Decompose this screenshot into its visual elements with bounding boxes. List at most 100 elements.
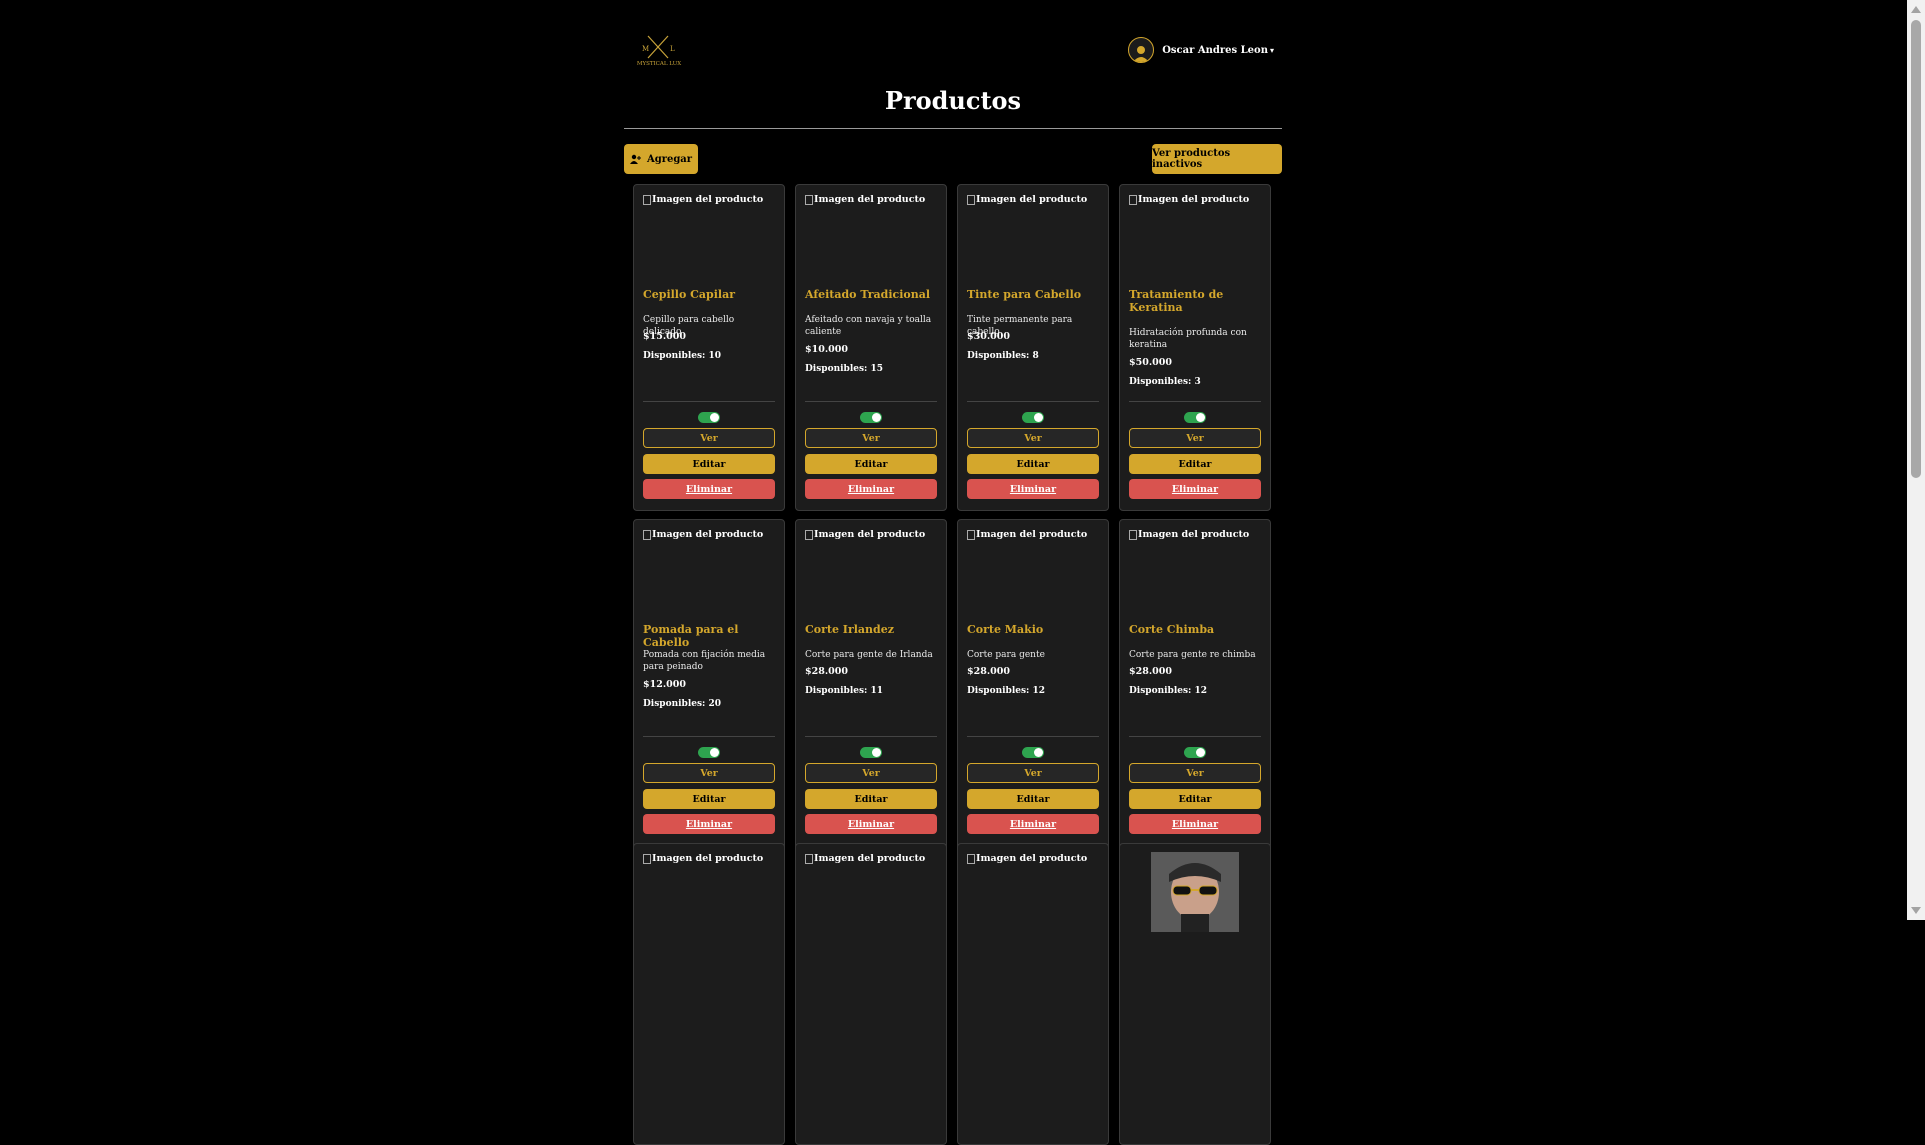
scroll-down-icon[interactable] [1911,907,1921,914]
product-description: Pomada con fijación media para peinado [643,650,766,672]
product-name: Afeitado Tradicional [805,288,931,301]
active-toggle[interactable] [1022,412,1044,423]
product-card [1119,843,1271,1145]
broken-image-icon [967,194,975,205]
product-card: Imagen del producto Pomada para el Cabell… [633,519,785,851]
product-stock: Disponibles: 20 [643,699,722,709]
active-toggle[interactable] [1022,747,1044,758]
svg-text:M: M [642,45,649,53]
active-toggle[interactable] [698,747,720,758]
product-stock: Disponibles: 15 [805,364,884,374]
active-toggle[interactable] [698,412,720,423]
delete-button[interactable]: Eliminar [1129,814,1261,834]
view-button[interactable]: Ver [1129,428,1261,448]
product-image-alt: Imagen del producto [643,529,763,540]
view-button[interactable]: Ver [967,428,1099,448]
card-divider [967,736,1099,737]
product-name: Corte Irlandez [805,623,894,636]
page-title: Productos [884,86,1022,115]
product-name: Corte Chimba [1129,623,1215,636]
product-price: $12.000 [643,679,686,690]
product-description: Hidratación profunda con keratina [1129,328,1247,350]
product-name: Tratamiento de Keratina [1129,288,1224,314]
card-divider [805,736,937,737]
title-divider [624,128,1282,129]
product-price: $28.000 [805,666,848,677]
product-name: Pomada para el Cabello [643,623,739,649]
product-card: Imagen del producto [957,843,1109,1145]
product-stock: Disponibles: 12 [967,686,1046,696]
product-image-alt: Imagen del producto [967,853,1087,864]
delete-button[interactable]: Eliminar [805,479,937,499]
active-toggle[interactable] [860,747,882,758]
delete-button[interactable]: Eliminar [1129,479,1261,499]
product-card: Imagen del producto [795,843,947,1145]
delete-button[interactable]: Eliminar [805,814,937,834]
product-image-alt: Imagen del producto [1129,529,1249,540]
broken-image-icon [805,529,813,540]
product-image [1151,852,1239,932]
product-description: Corte para gente de Irlanda [805,650,933,660]
edit-button[interactable]: Editar [805,789,937,809]
product-image-alt: Imagen del producto [1129,194,1249,205]
logo-text: MYSTICAL LUX [637,61,681,67]
edit-button[interactable]: Editar [1129,454,1261,474]
broken-image-icon [1129,194,1137,205]
product-card: Imagen del producto Corte Irlandez Corte p… [795,519,947,851]
product-description: Afeitado con navaja y toalla caliente [805,315,932,337]
product-image-alt: Imagen del producto [967,529,1087,540]
edit-button[interactable]: Editar [643,454,775,474]
card-divider [1129,736,1261,737]
active-toggle[interactable] [1184,412,1206,423]
delete-button[interactable]: Eliminar [643,479,775,499]
add-product-button[interactable]: Agregar [624,144,698,174]
product-price: $50.000 [1129,357,1172,368]
product-description: Corte para gente re chimba [1129,650,1256,660]
edit-button[interactable]: Editar [643,789,775,809]
product-image-alt: Imagen del producto [805,194,925,205]
user-name: Oscar Andres Leon [1162,44,1268,56]
view-button[interactable]: Ver [805,763,937,783]
product-card: Imagen del producto Afeitado Tradicional A… [795,184,947,511]
product-image-alt: Imagen del producto [805,529,925,540]
product-stock: Disponibles: 11 [805,686,884,696]
view-button[interactable]: Ver [967,763,1099,783]
delete-button[interactable]: Eliminar [643,814,775,834]
view-inactive-products-button[interactable]: Ver productos inactivos [1152,144,1282,174]
product-card: Imagen del producto Corte Makio Corte para… [957,519,1109,851]
active-toggle[interactable] [1184,747,1206,758]
product-price: $10.000 [805,344,848,355]
scroll-up-icon[interactable] [1911,6,1921,13]
edit-button[interactable]: Editar [805,454,937,474]
product-price: $15.000 [643,331,686,342]
svg-text:L: L [670,45,675,53]
card-divider [643,401,775,402]
card-divider [643,736,775,737]
broken-image-icon [643,853,651,864]
vertical-scrollbar[interactable] [1907,0,1925,920]
edit-button[interactable]: Editar [1129,789,1261,809]
product-stock: Disponibles: 12 [1129,686,1208,696]
broken-image-icon [967,853,975,864]
chevron-down-icon: ▾ [1269,45,1274,55]
scrollbar-thumb[interactable] [1911,20,1921,478]
product-name: Corte Makio [967,623,1044,636]
product-card: Imagen del producto [633,843,785,1145]
broken-image-icon [805,194,813,205]
delete-button[interactable]: Eliminar [967,814,1099,834]
view-button[interactable]: Ver [643,428,775,448]
view-button[interactable]: Ver [643,763,775,783]
product-name: Tinte para Cabello [967,288,1082,301]
user-menu[interactable]: Oscar Andres Leon ▾ [1128,37,1274,63]
edit-button[interactable]: Editar [967,454,1099,474]
active-toggle[interactable] [860,412,882,423]
product-stock: Disponibles: 8 [967,351,1039,361]
view-button[interactable]: Ver [1129,763,1261,783]
product-card: Imagen del producto Tratamiento de Kerati… [1119,184,1271,511]
delete-button[interactable]: Eliminar [967,479,1099,499]
edit-button[interactable]: Editar [967,789,1099,809]
brand-logo[interactable]: M L MYSTICAL LUX [636,32,682,74]
view-button[interactable]: Ver [805,428,937,448]
product-image-alt: Imagen del producto [967,194,1087,205]
product-name: Cepillo Capilar [643,288,736,301]
